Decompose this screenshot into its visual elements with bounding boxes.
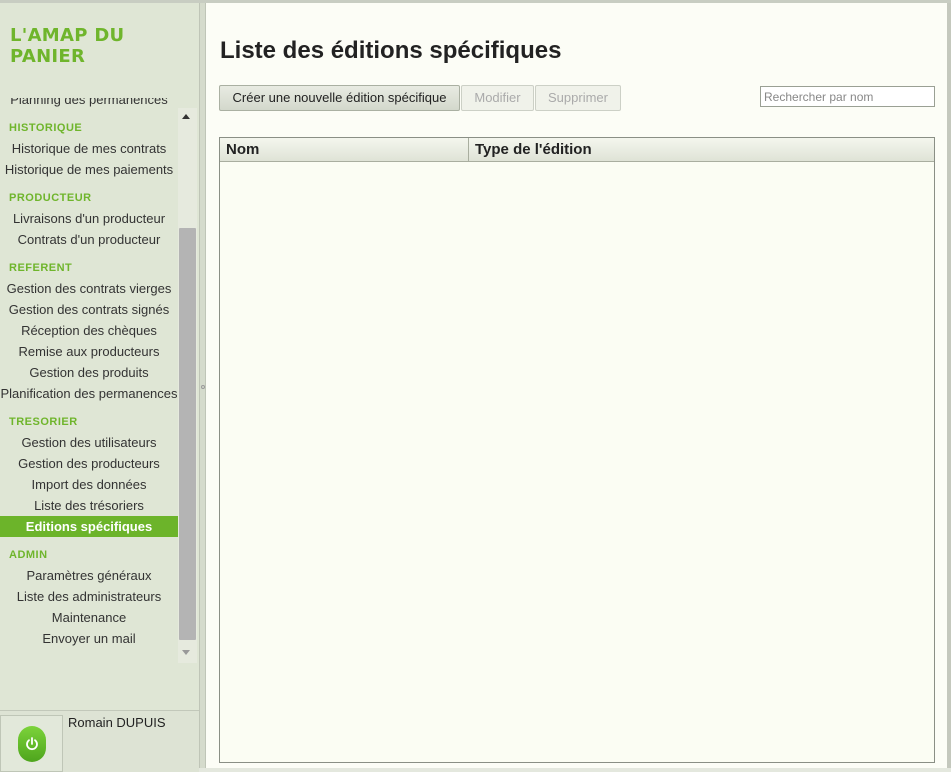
sidebar-item-historique-paiements[interactable]: Historique de mes paiements (0, 159, 178, 180)
sidebar-item-contrats-vierges[interactable]: Gestion des contrats vierges (0, 278, 178, 299)
logout-button[interactable] (0, 715, 63, 772)
sidebar-item-editions-specifiques[interactable]: Editions spécifiques (0, 516, 178, 537)
window-right-edge (947, 3, 951, 768)
sidebar-item-planification-permanences[interactable]: Planification des permanences (0, 383, 178, 404)
sidebar-item-livraisons-producteur[interactable]: Livraisons d'un producteur (0, 208, 178, 229)
scroll-down-arrow-icon[interactable] (182, 650, 190, 655)
user-bar: Romain DUPUIS (0, 710, 199, 772)
sidebar: L'AMAP DU PANIER Planning des permanence… (0, 3, 199, 772)
sidebar-item-gestion-producteurs[interactable]: Gestion des producteurs (0, 453, 178, 474)
user-name: Romain DUPUIS (68, 715, 166, 730)
main-panel: Liste des éditions spécifiques Créer une… (206, 3, 951, 768)
table-header: Nom Type de l'édition (220, 138, 934, 162)
sidebar-item-liste-tresoriers[interactable]: Liste des trésoriers (0, 495, 178, 516)
column-header-nom[interactable]: Nom (220, 138, 469, 161)
sidebar-item-maintenance[interactable]: Maintenance (0, 607, 178, 628)
section-admin: ADMIN (9, 549, 48, 561)
sidebar-item-gestion-produits[interactable]: Gestion des produits (0, 362, 178, 383)
panel-splitter[interactable] (199, 3, 206, 768)
section-referent: REFERENT (9, 262, 73, 274)
sidebar-item-contrats-signes[interactable]: Gestion des contrats signés (0, 299, 178, 320)
scroll-up-arrow-icon[interactable] (182, 114, 190, 119)
create-edition-button[interactable]: Créer une nouvelle édition spécifique (219, 85, 460, 111)
sidebar-item-import-donnees[interactable]: Import des données (0, 474, 178, 495)
edit-button[interactable]: Modifier (461, 85, 534, 111)
splitter-handle-icon[interactable] (201, 385, 205, 389)
sidebar-item-remise-producteurs[interactable]: Remise aux producteurs (0, 341, 178, 362)
section-producteur: PRODUCTEUR (9, 192, 92, 204)
editions-table: Nom Type de l'édition (219, 137, 935, 763)
power-icon[interactable] (18, 726, 46, 762)
sidebar-scrollbar[interactable] (178, 108, 197, 663)
sidebar-item-contrats-producteur[interactable]: Contrats d'un producteur (0, 229, 178, 250)
sidebar-item-envoyer-mail[interactable]: Envoyer un mail (0, 628, 178, 649)
search-input[interactable] (760, 86, 935, 107)
column-header-type[interactable]: Type de l'édition (469, 138, 934, 161)
sidebar-item-historique-contrats[interactable]: Historique de mes contrats (0, 138, 178, 159)
sidebar-item-reception-cheques[interactable]: Réception des chèques (0, 320, 178, 341)
sidebar-scroll-thumb[interactable] (179, 228, 196, 640)
sidebar-item-planning-permanences[interactable]: Planning des permanences (0, 98, 178, 110)
page-title: Liste des éditions spécifiques (220, 37, 562, 64)
section-historique: HISTORIQUE (9, 122, 83, 134)
sidebar-menu: Planning des permanences HISTORIQUE Hist… (0, 98, 178, 668)
sidebar-item-gestion-utilisateurs[interactable]: Gestion des utilisateurs (0, 432, 178, 453)
section-tresorier: TRESORIER (9, 416, 78, 428)
sidebar-item-parametres-generaux[interactable]: Paramètres généraux (0, 565, 178, 586)
delete-button[interactable]: Supprimer (535, 85, 621, 111)
app-title: L'AMAP DU PANIER (10, 25, 125, 67)
sidebar-item-liste-administrateurs[interactable]: Liste des administrateurs (0, 586, 178, 607)
